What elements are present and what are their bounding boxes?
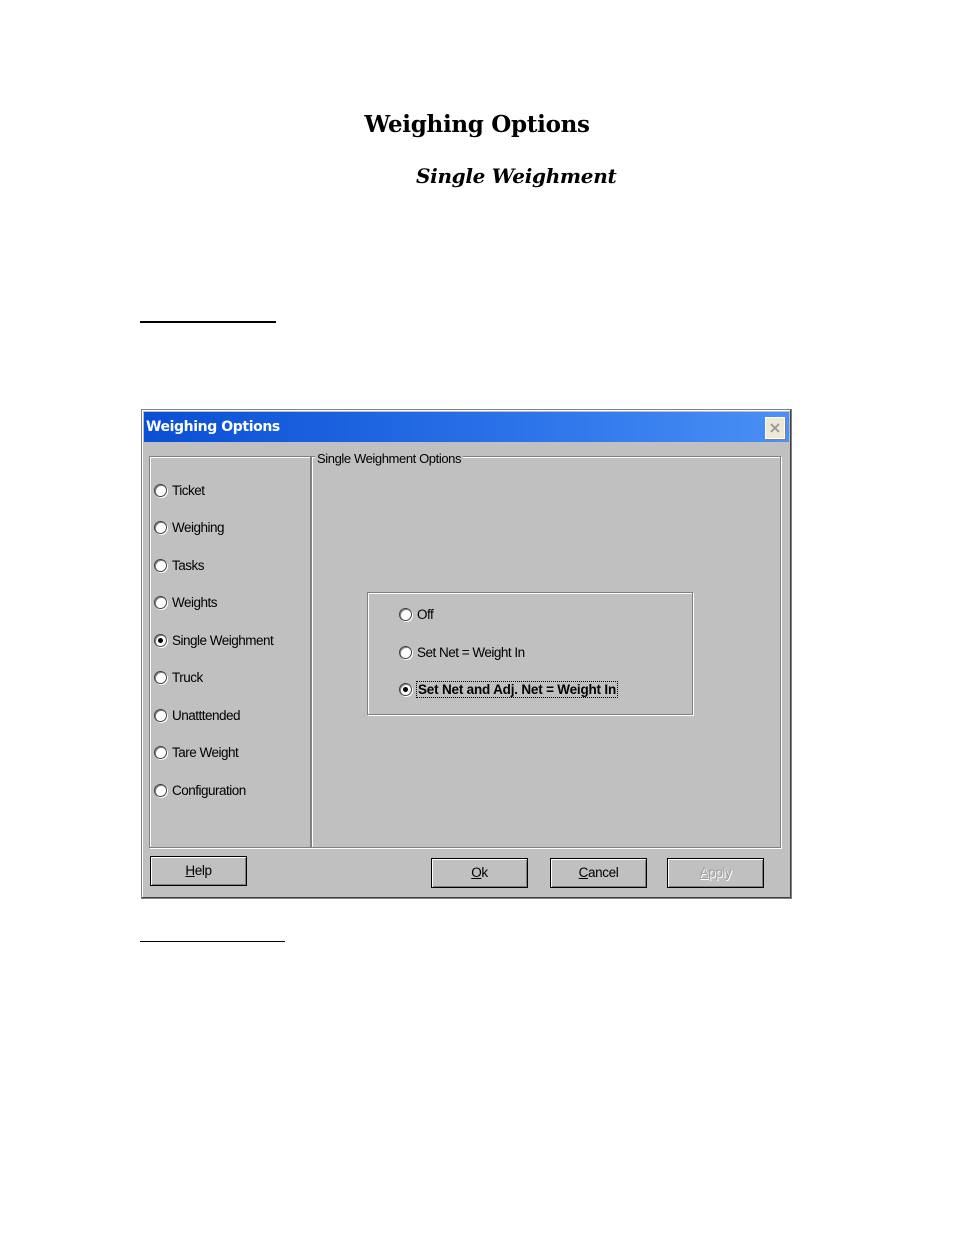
radio-icon[interactable] <box>399 645 412 659</box>
ok-mnemonic: O <box>471 865 482 880</box>
radio-icon[interactable] <box>154 595 167 609</box>
radio-icon[interactable] <box>154 670 167 684</box>
weighing-options-dialog: Weighing Options × Single Weighment Opti… <box>141 409 792 899</box>
radio-selected-icon[interactable] <box>154 633 167 647</box>
radio-icon[interactable] <box>154 783 167 797</box>
sidebar-item-label: Truck <box>172 669 203 685</box>
divider-line <box>140 321 276 323</box>
sidebar-item-label: Single Weighment <box>172 632 274 648</box>
radio-icon[interactable] <box>154 558 167 572</box>
option-set-net-weight-in[interactable]: Set Net = Weight In <box>399 643 525 661</box>
help-button[interactable]: Help <box>150 856 247 886</box>
document-title: Weighing Options <box>364 111 590 138</box>
dialog-titlebar[interactable]: Weighing Options × <box>144 412 789 442</box>
help-label: elp <box>194 863 212 878</box>
option-label: Set Net and Adj. Net = Weight In <box>416 680 618 698</box>
document-subtitle: Single Weighment <box>416 164 617 188</box>
close-button[interactable]: × <box>765 417 785 439</box>
sidebar-item-truck[interactable]: Truck <box>154 668 203 686</box>
divider-line <box>140 941 285 942</box>
radio-icon[interactable] <box>154 708 167 722</box>
sidebar-item-weights[interactable]: Weights <box>154 593 218 611</box>
radio-icon[interactable] <box>154 483 167 497</box>
radio-selected-icon[interactable] <box>399 682 412 696</box>
cancel-mnemonic: C <box>578 865 589 880</box>
cancel-label: ancel <box>588 865 619 880</box>
sidebar-item-label: Unatttended <box>172 707 241 723</box>
sidebar-item-label: Ticket <box>172 482 205 498</box>
sidebar-item-weighing[interactable]: Weighing <box>154 518 225 536</box>
apply-button[interactable]: Apply <box>667 858 764 888</box>
sidebar-item-label: Tasks <box>172 557 205 573</box>
ok-label: k <box>481 865 488 880</box>
sidebar-item-single-weighment[interactable]: Single Weighment <box>154 631 274 649</box>
sidebar-item-tare-weight[interactable]: Tare Weight <box>154 743 239 761</box>
sidebar-item-configuration[interactable]: Configuration <box>154 781 246 799</box>
option-set-net-and-adj-net-weight-in[interactable]: Set Net and Adj. Net = Weight In <box>399 680 618 698</box>
cancel-button[interactable]: Cancel <box>550 858 647 888</box>
apply-mnemonic: A <box>699 865 709 880</box>
group-label: Single Weighment Options <box>315 451 464 466</box>
radio-icon[interactable] <box>399 607 412 621</box>
sidebar-item-tasks[interactable]: Tasks <box>154 556 205 574</box>
sidebar-item-unattended[interactable]: Unatttended <box>154 706 241 724</box>
option-off[interactable]: Off <box>399 605 434 623</box>
apply-label: pply <box>708 865 732 880</box>
sidebar-item-label: Weights <box>172 594 218 610</box>
dialog-title: Weighing Options <box>146 419 280 435</box>
ok-button[interactable]: Ok <box>431 858 528 888</box>
radio-icon[interactable] <box>154 745 167 759</box>
sidebar-item-label: Weighing <box>172 519 225 535</box>
help-mnemonic: H <box>185 863 195 878</box>
sidebar-item-label: Configuration <box>172 782 246 798</box>
option-label: Off <box>417 606 434 622</box>
close-icon: × <box>768 418 782 437</box>
sidebar-item-ticket[interactable]: Ticket <box>154 481 205 499</box>
sidebar-item-label: Tare Weight <box>172 744 239 760</box>
radio-icon[interactable] <box>154 520 167 534</box>
option-label: Set Net = Weight In <box>417 644 525 660</box>
